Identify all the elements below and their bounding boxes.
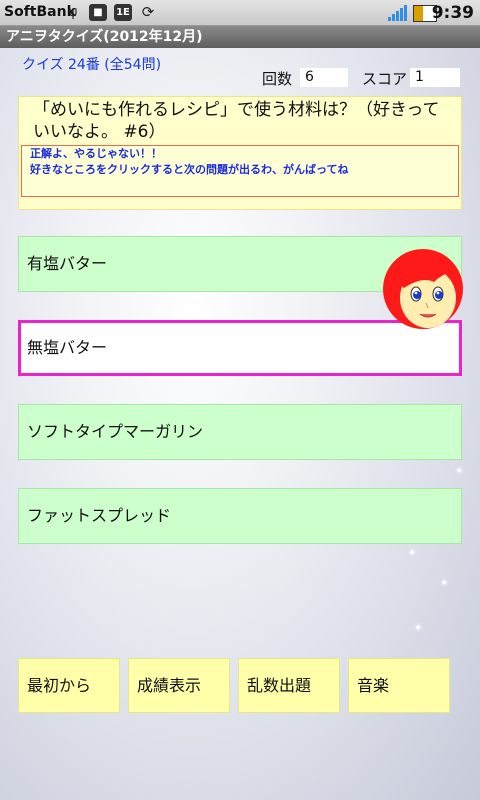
feedback-line: 正解よ、やるじゃない！！ [30,147,162,160]
question-text: 「めいにも作れるレシピ」で使う材料は？（好きっていいなよ。 #6） [33,100,440,142]
feedback-line: 好きなところをクリックすると次の問題が出るわ、がんばってね [30,163,349,176]
count-value: 6 [300,68,348,87]
quiz-number: クイズ 24番 (全54問) [22,57,162,73]
count-label: 回数 [262,70,293,88]
app-badge-icon: 1E [114,4,132,21]
usb-icon: ψ [68,5,78,20]
show-score-button[interactable]: 成績表示 [128,658,230,713]
signal-icon [388,5,408,21]
answer-option-3[interactable]: ソフトタイプマーガリン [18,404,462,460]
random-question-button[interactable]: 乱数出題 [238,658,340,713]
question-panel[interactable]: 「めいにも作れるレシピ」で使う材料は？（好きっていいなよ。 #6） 正解よ、やる… [18,96,462,210]
mascot-avatar-icon [383,249,463,329]
android-icon: ■ [89,4,107,21]
score-label: スコア [362,70,408,88]
music-button[interactable]: 音楽 [348,658,450,713]
answer-option-4[interactable]: ファットスプレッド [18,488,462,544]
app-title: アニヲタクイズ(2012年12月) [0,26,480,48]
score-value: 1 [410,68,460,87]
restart-button[interactable]: 最初から [18,658,120,713]
status-bar: SoftBank ψ ■ 1E ⟳ 9:39 [0,0,480,26]
clock: 9:39 [431,3,474,23]
sync-icon: ⟳ [141,3,155,21]
quiz-screen[interactable]: ✦ ✦ ✦ ✦ ✦ クイズ 24番 (全54問) 回数 6 スコア 1 「めいに… [0,48,480,800]
feedback-box: 正解よ、やるじゃない！！ 好きなところをクリックすると次の問題が出るわ、がんばっ… [21,145,459,197]
